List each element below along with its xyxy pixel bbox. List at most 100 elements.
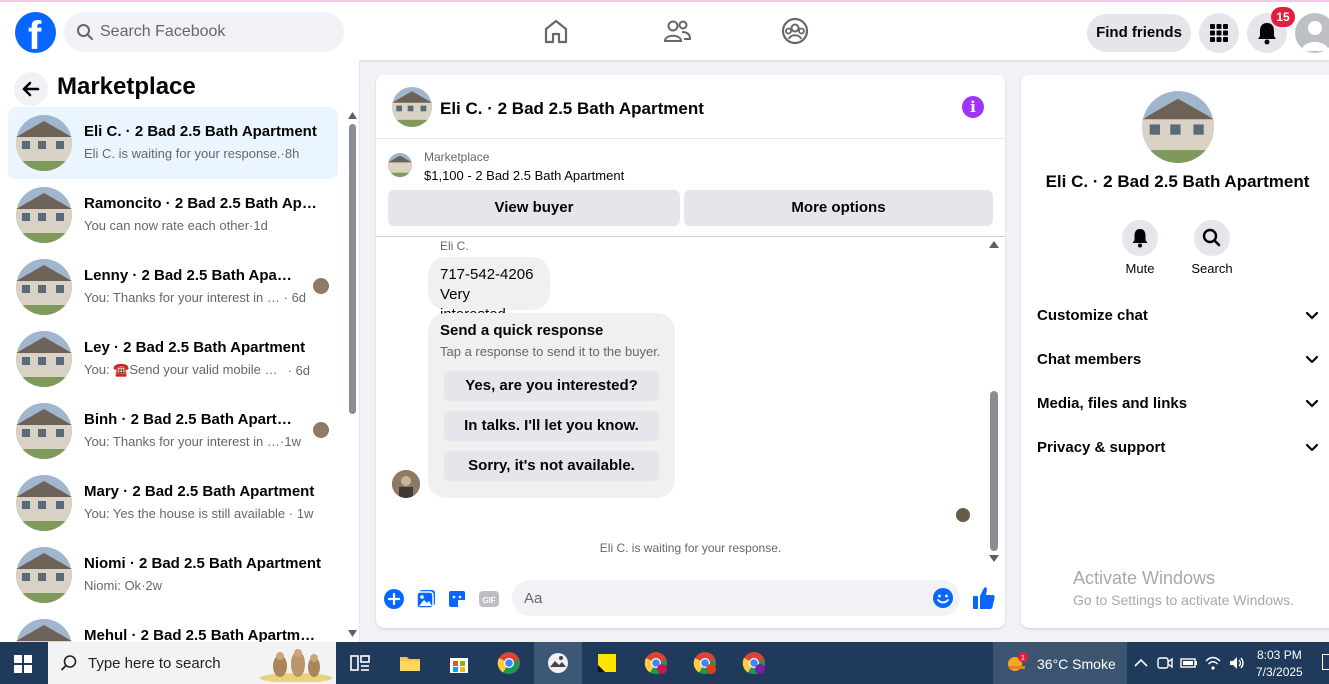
sticky-notes-icon[interactable] — [595, 651, 619, 675]
clock[interactable]: 8:03 PM 7/3/2025 — [1256, 647, 1303, 681]
conversation-item[interactable]: Mary · 2 Bad 2.5 Bath Apartment You: Yes… — [8, 467, 338, 539]
notification-center-icon[interactable] — [1322, 654, 1329, 670]
gif-icon[interactable]: GIF — [478, 588, 500, 610]
battery-icon[interactable] — [1180, 654, 1198, 672]
quick-reply-button[interactable]: In talks. I'll let you know. — [444, 411, 659, 441]
listing-price-title[interactable]: $1,100 - 2 Bad 2.5 Bath Apartment — [424, 168, 624, 183]
home-icon[interactable] — [541, 16, 571, 46]
file-explorer-icon[interactable] — [398, 651, 422, 675]
scroll-down-arrow-icon[interactable] — [348, 630, 357, 637]
view-buyer-button[interactable]: View buyer — [388, 190, 680, 226]
listing-thumbnail — [16, 475, 72, 531]
scroll-up-arrow-icon[interactable] — [989, 241, 999, 248]
search-box[interactable] — [64, 12, 344, 52]
chat-title[interactable]: Eli C. · 2 Bad 2.5 Bath Apartment — [440, 99, 704, 119]
chat-scrollbar[interactable] — [987, 239, 1001, 567]
info-icon[interactable]: i — [962, 96, 984, 118]
conversation-item[interactable]: Lenny · 2 Bad 2.5 Bath Apartment You: Th… — [8, 251, 338, 323]
taskbar-search-box[interactable]: Type here to search — [48, 642, 336, 684]
conversation-snippet: Eli C. is waiting for your response.·8h — [84, 146, 300, 161]
scrollbar-thumb[interactable] — [349, 124, 356, 414]
chrome-profile-icon[interactable] — [742, 651, 766, 675]
active-app-highlight[interactable] — [534, 642, 582, 684]
search-in-chat-button[interactable] — [1194, 220, 1230, 256]
scroll-down-arrow-icon[interactable] — [989, 555, 999, 562]
conversation-title: Mehul · 2 Bad 2.5 Bath Apartment — [84, 627, 322, 642]
task-view-icon[interactable] — [348, 651, 372, 675]
windows-start-icon[interactable] — [14, 655, 32, 673]
find-friends-button[interactable]: Find friends — [1087, 14, 1191, 52]
back-button[interactable] — [14, 72, 48, 106]
sidebar-scrollbar[interactable] — [347, 110, 357, 642]
friends-icon[interactable] — [662, 16, 692, 46]
conversation-item[interactable]: Binh · 2 Bad 2.5 Bath Apartment You: Tha… — [8, 395, 338, 467]
details-name: Eli C. · 2 Bad 2.5 Bath Apartment — [1045, 172, 1310, 191]
listing-thumbnail — [16, 331, 72, 387]
conversation-item[interactable]: Ley · 2 Bad 2.5 Bath Apartment You: ☎️Se… — [8, 323, 338, 395]
conversation-item[interactable]: Mehul · 2 Bad 2.5 Bath Apartment — [8, 611, 338, 642]
conversation-snippet: You: Thanks for your interest in the lis… — [84, 434, 301, 449]
conversation-item[interactable]: Ramoncito · 2 Bad 2.5 Bath Apartment You… — [8, 179, 338, 251]
quick-response-card: Send a quick response Tap a response to … — [428, 313, 675, 498]
chrome-icon[interactable] — [497, 651, 521, 675]
volume-icon[interactable] — [1228, 654, 1246, 672]
wifi-icon[interactable] — [1204, 654, 1222, 672]
scrollbar-thumb[interactable] — [990, 391, 998, 551]
message-input[interactable] — [524, 580, 924, 616]
scroll-up-arrow-icon[interactable] — [348, 112, 357, 119]
customize-chat-row[interactable]: Customize chat — [1037, 294, 1319, 338]
message-bubble[interactable]: 717-542-4206 Very interested — [428, 257, 550, 323]
account-avatar[interactable] — [1295, 13, 1329, 53]
sticker-icon[interactable] — [446, 588, 468, 610]
chrome-profile-icon[interactable] — [693, 651, 717, 675]
more-options-button[interactable]: More options — [684, 190, 993, 226]
activate-windows-watermark: Activate Windows Go to Settings to activ… — [1073, 568, 1294, 608]
search-icon — [1202, 228, 1221, 247]
groups-icon[interactable] — [780, 16, 810, 46]
listing-thumbnail — [16, 187, 72, 243]
listing-thumbnail — [16, 619, 72, 642]
marketplace-label: Marketplace — [424, 150, 490, 164]
privacy-support-row[interactable]: Privacy & support — [1037, 426, 1319, 470]
mute-button[interactable] — [1122, 220, 1158, 256]
sender-avatar[interactable] — [392, 470, 420, 498]
conversation-title: Binh · 2 Bad 2.5 Bath Apartment — [84, 411, 304, 428]
photo-icon[interactable] — [415, 588, 437, 610]
weather-text: 36°C Smoke — [1037, 656, 1116, 672]
plus-circle-icon[interactable] — [383, 588, 405, 610]
conversation-title: Niomi · 2 Bad 2.5 Bath Apartment — [84, 555, 321, 572]
quick-reply-button[interactable]: Sorry, it's not available. — [444, 451, 659, 481]
details-avatar[interactable] — [1142, 91, 1214, 163]
chevron-up-icon[interactable] — [1132, 654, 1150, 672]
meet-now-icon[interactable] — [1156, 654, 1174, 672]
quick-reply-button[interactable]: Yes, are you interested? — [444, 371, 659, 401]
conversation-item[interactable]: Niomi · 2 Bad 2.5 Bath Apartment Niomi: … — [8, 539, 338, 611]
search-input[interactable] — [100, 12, 330, 52]
microsoft-store-icon[interactable] — [447, 651, 471, 675]
conversation-title: Mary · 2 Bad 2.5 Bath Apartment — [84, 483, 315, 500]
weather-alert-icon: 1 — [1008, 652, 1028, 671]
message-line: 717-542-4206 — [440, 266, 534, 283]
facebook-logo[interactable]: f — [15, 12, 56, 58]
conversation-snippet: You: Thanks for your interest in the lis… — [84, 290, 307, 305]
media-files-links-row[interactable]: Media, files and links — [1037, 382, 1319, 426]
message-input-box[interactable] — [512, 580, 960, 616]
chat-panel: Eli C. · 2 Bad 2.5 Bath Apartment i Mark… — [376, 75, 1005, 628]
message-composer: GIF — [376, 575, 1005, 625]
emoji-icon[interactable] — [932, 587, 954, 609]
windows-taskbar: Type here to search 1 36°C Smoke 8:03 PM… — [0, 642, 1329, 684]
svg-text:1: 1 — [1021, 655, 1025, 662]
menu-button[interactable] — [1199, 13, 1239, 53]
listing-thumbnail — [16, 259, 72, 315]
chat-members-row[interactable]: Chat members — [1037, 338, 1319, 382]
read-receipt-avatar — [313, 278, 329, 294]
chrome-profile-icon[interactable] — [644, 651, 668, 675]
thumbs-up-icon[interactable] — [972, 585, 996, 611]
message-thread: Eli C. 717-542-4206 Very interested Send… — [376, 237, 1005, 569]
listing-thumbnail — [16, 547, 72, 603]
conversation-item[interactable]: Eli C. · 2 Bad 2.5 Bath Apartment Eli C.… — [8, 107, 338, 179]
conversation-snippet: You: Yes the house is still available · … — [84, 506, 314, 521]
photos-app-icon — [548, 653, 568, 673]
weather-widget[interactable]: 1 36°C Smoke — [993, 642, 1127, 684]
chat-avatar[interactable] — [392, 87, 432, 127]
